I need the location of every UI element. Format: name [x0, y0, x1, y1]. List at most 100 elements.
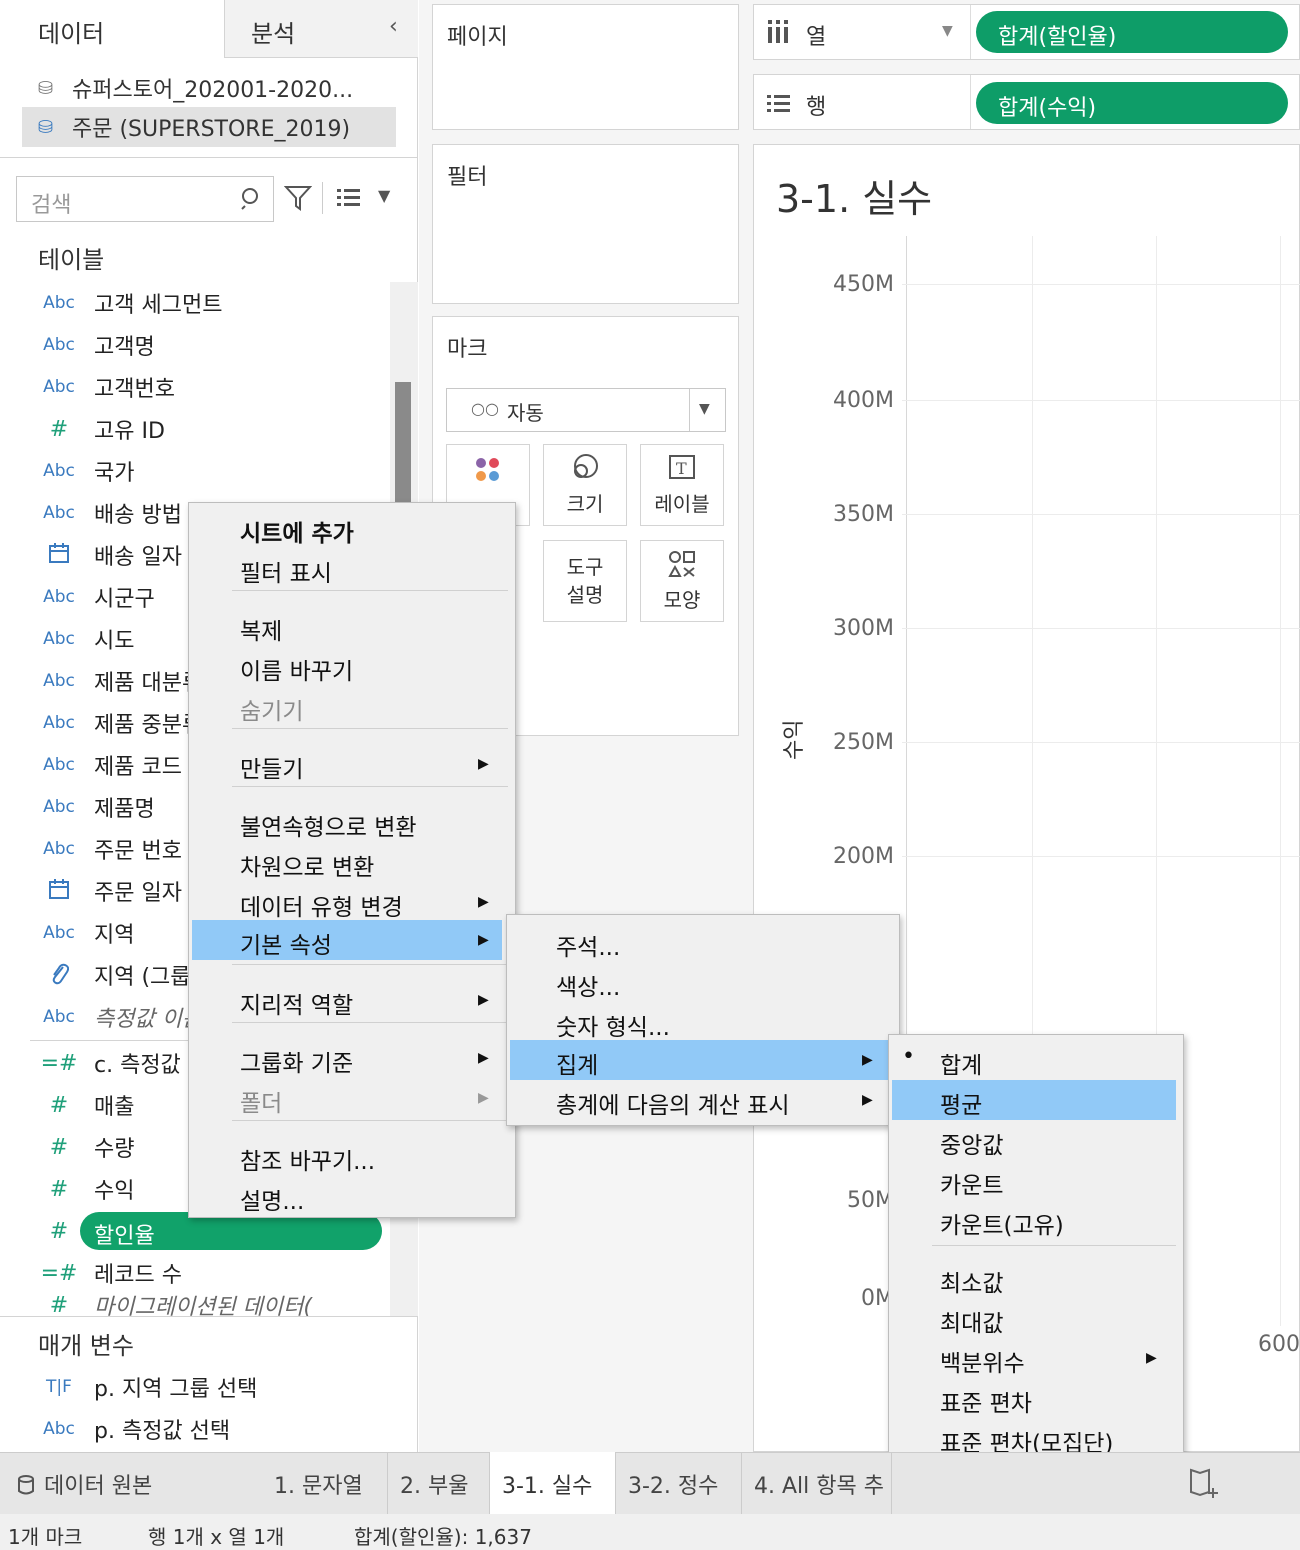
- string-type-icon: Abc: [43, 755, 75, 775]
- field-item[interactable]: # 고유 ID: [30, 408, 390, 450]
- menu-item[interactable]: 그룹화 기준: [240, 1038, 502, 1078]
- datasource-item[interactable]: ⛁ 슈퍼스토어_202001-2020...: [22, 68, 396, 108]
- field-label: 레코드 수: [94, 1263, 182, 1288]
- menu-item[interactable]: 불연속형으로 변환: [240, 802, 502, 842]
- database-icon: ⛁: [38, 77, 54, 99]
- dropdown-arrow-icon[interactable]: ▼: [378, 186, 390, 205]
- filter-icon[interactable]: [284, 184, 312, 212]
- menu-separator: [232, 1022, 508, 1023]
- submenu-item[interactable]: 총계에 다음의 계산 표시: [556, 1080, 886, 1120]
- sheet-tab[interactable]: 3-2. 정수: [616, 1452, 742, 1514]
- aggregation-item[interactable]: 최소값: [940, 1258, 1176, 1298]
- rows-label: 행: [806, 95, 827, 120]
- datasource-item-selected[interactable]: ⛁ 주문 (SUPERSTORE_2019): [22, 107, 396, 147]
- menu-item[interactable]: 설명...: [240, 1176, 502, 1216]
- string-type-icon: Abc: [43, 797, 75, 817]
- shape-button[interactable]: 모양: [640, 540, 724, 622]
- columns-pill[interactable]: 합계(할인율): [976, 11, 1288, 53]
- number-type-icon: #: [49, 416, 69, 442]
- label-button[interactable]: T 레이블: [640, 444, 724, 526]
- database-check-icon: ⛁: [38, 116, 54, 138]
- menu-item[interactable]: 이름 바꾸기: [240, 646, 502, 686]
- field-label: 측정값 이름: [94, 1007, 203, 1032]
- menu-item[interactable]: 기본 속성: [192, 920, 502, 960]
- aggregation-item[interactable]: 합계: [940, 1040, 1176, 1080]
- shapes-icon: ○○: [471, 399, 499, 418]
- field-item[interactable]: Abc 고객명: [30, 324, 390, 366]
- submenu-item[interactable]: 집계: [510, 1040, 888, 1080]
- boolean-type-icon: T|F: [46, 1377, 72, 1397]
- submenu-arrow-icon: ▶: [862, 1052, 873, 1068]
- tab-data-source[interactable]: 데이터 원본: [0, 1452, 262, 1514]
- menu-separator: [932, 1245, 1176, 1246]
- submenu-arrow-icon: ▶: [478, 1050, 489, 1066]
- mark-type-value: 자동: [507, 401, 544, 425]
- divider: [970, 75, 971, 129]
- list-view-icon[interactable]: [336, 186, 362, 210]
- aggregation-item[interactable]: 표준 편차: [940, 1378, 1176, 1418]
- field-item[interactable]: Abc 고객번호: [30, 366, 390, 408]
- aggregation-item[interactable]: 카운트: [940, 1160, 1176, 1200]
- sheet-tab[interactable]: 1. 문자열: [262, 1452, 388, 1514]
- label-label: 레이블: [654, 492, 710, 516]
- mark-type-select[interactable]: ○○ 자동 ▼: [446, 388, 726, 432]
- field-item[interactable]: Abc 고객 세그먼트: [30, 282, 390, 324]
- gridline: [902, 742, 1300, 743]
- string-type-icon: Abc: [43, 377, 75, 397]
- menu-item[interactable]: 필터 표시: [240, 548, 502, 588]
- field-label: 배송 일자: [94, 545, 182, 570]
- param-item[interactable]: Abc p. 측정값 선택: [30, 1408, 390, 1450]
- field-label: 수익: [94, 1179, 135, 1204]
- y-axis-title: 수익: [782, 719, 807, 760]
- search-input[interactable]: 검색: [16, 176, 274, 222]
- search-icon: [241, 188, 258, 210]
- tab-data[interactable]: 데이터: [0, 0, 224, 58]
- tab-label: 데이터 원본: [44, 1474, 153, 1499]
- size-button[interactable]: 크기: [543, 444, 627, 526]
- tab-analysis[interactable]: 분석 ‹: [224, 0, 418, 58]
- chevron-down-icon[interactable]: ▼: [942, 23, 953, 39]
- menu-item[interactable]: 복제: [240, 606, 502, 646]
- new-dashboard-icon[interactable]: [1188, 1466, 1222, 1500]
- aggregation-item[interactable]: 카운트(고유): [940, 1200, 1176, 1240]
- size-icon: [574, 454, 598, 478]
- aggregation-item[interactable]: 최대값: [940, 1298, 1176, 1338]
- menu-item[interactable]: 지리적 역할: [240, 980, 502, 1020]
- aggregation-item[interactable]: 백분위수: [940, 1338, 1176, 1378]
- sheet-tab[interactable]: 2. 부울: [388, 1452, 490, 1514]
- menu-item[interactable]: 참조 바꾸기...: [240, 1136, 502, 1176]
- submenu-item[interactable]: 주석...: [556, 922, 886, 962]
- tab-label: 2. 부울: [400, 1474, 469, 1499]
- submenu-item[interactable]: 색상...: [556, 962, 886, 1002]
- rows-pill[interactable]: 합계(수익): [976, 82, 1288, 124]
- scrollbar-thumb[interactable]: [395, 382, 411, 502]
- sheet-tab[interactable]: 3-1. 실수: [490, 1452, 616, 1514]
- field-label: 배송 방법: [94, 503, 182, 528]
- menu-item[interactable]: 차원으로 변환: [240, 842, 502, 882]
- submenu-item[interactable]: 숫자 형식...: [556, 1002, 886, 1042]
- string-type-icon: Abc: [43, 671, 75, 691]
- measure-item[interactable]: # 마이그레이션된 데이터(: [30, 1294, 390, 1316]
- paperclip-icon: [30, 961, 88, 990]
- aggregation-item[interactable]: 평균: [892, 1080, 1176, 1120]
- submenu-arrow-icon: ▶: [1146, 1350, 1157, 1366]
- divider: [689, 389, 690, 431]
- param-item[interactable]: T|F p. 지역 그룹 선택: [30, 1366, 390, 1408]
- number-type-icon: #: [49, 1092, 69, 1118]
- pages-card[interactable]: 페이지: [432, 4, 739, 130]
- aggregation-item[interactable]: 중앙값: [940, 1120, 1176, 1160]
- menu-item[interactable]: 만들기: [240, 744, 502, 784]
- tooltip-button[interactable]: 도구 설명: [543, 540, 627, 622]
- filters-card[interactable]: 필터: [432, 144, 739, 304]
- measure-item[interactable]: =# 레코드 수: [30, 1252, 390, 1294]
- field-label: 수량: [94, 1137, 135, 1162]
- divider: [0, 157, 418, 158]
- collapse-chevron-icon[interactable]: ‹: [389, 14, 398, 39]
- field-item[interactable]: Abc 국가: [30, 450, 390, 492]
- marks-card-title: 마크: [447, 337, 488, 362]
- sheet-tab[interactable]: 4. All 항목 추: [742, 1452, 892, 1514]
- menu-item[interactable]: 시트에 추가: [240, 508, 502, 548]
- menu-separator: [232, 786, 508, 787]
- field-label: c. 측정값: [94, 1053, 181, 1078]
- menu-item[interactable]: 데이터 유형 변경: [240, 882, 502, 922]
